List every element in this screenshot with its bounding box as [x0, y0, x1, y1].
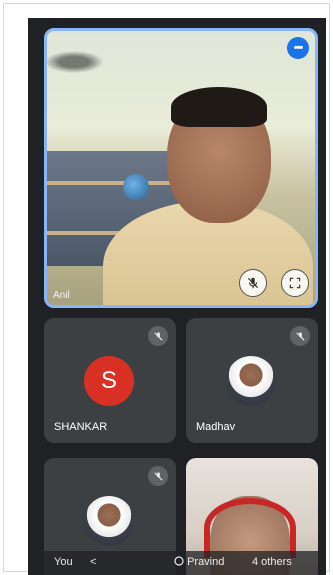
participant-name: Madhav [196, 421, 236, 433]
globe-object [123, 174, 149, 200]
fullscreen-button[interactable] [281, 269, 309, 297]
meeting-screen: ••• Anil S SHANKAR Madhav You < Pravind … [28, 18, 326, 575]
avatar [84, 496, 134, 546]
avatar: S [84, 356, 134, 406]
mic-off-icon [148, 326, 168, 346]
bottom-bar: You < Pravind 4 others [28, 551, 326, 575]
ceiling-fan [47, 49, 109, 75]
mic-off-icon [148, 466, 168, 486]
back-button[interactable]: < [90, 556, 96, 568]
participant-name: SHANKAR [54, 421, 108, 433]
speaker-indicator: Pravind [174, 556, 224, 568]
mute-participant-button[interactable] [239, 269, 267, 297]
mic-off-icon [290, 326, 310, 346]
circle-icon [174, 556, 184, 566]
participant-tile[interactable]: Madhav [186, 318, 318, 443]
others-count[interactable]: 4 others [252, 556, 292, 568]
main-video-tile[interactable]: ••• Anil [44, 28, 318, 308]
main-tile-name: Anil [53, 290, 70, 301]
mic-off-icon [247, 277, 259, 289]
avatar [226, 356, 276, 406]
participant-hair [171, 87, 267, 127]
you-label: You [54, 556, 73, 568]
headphones [204, 498, 296, 558]
participant-tile[interactable]: S SHANKAR [44, 318, 176, 443]
audio-level-icon: ••• [287, 37, 309, 59]
speaker-name: Pravind [187, 556, 225, 568]
fullscreen-icon [289, 277, 301, 289]
